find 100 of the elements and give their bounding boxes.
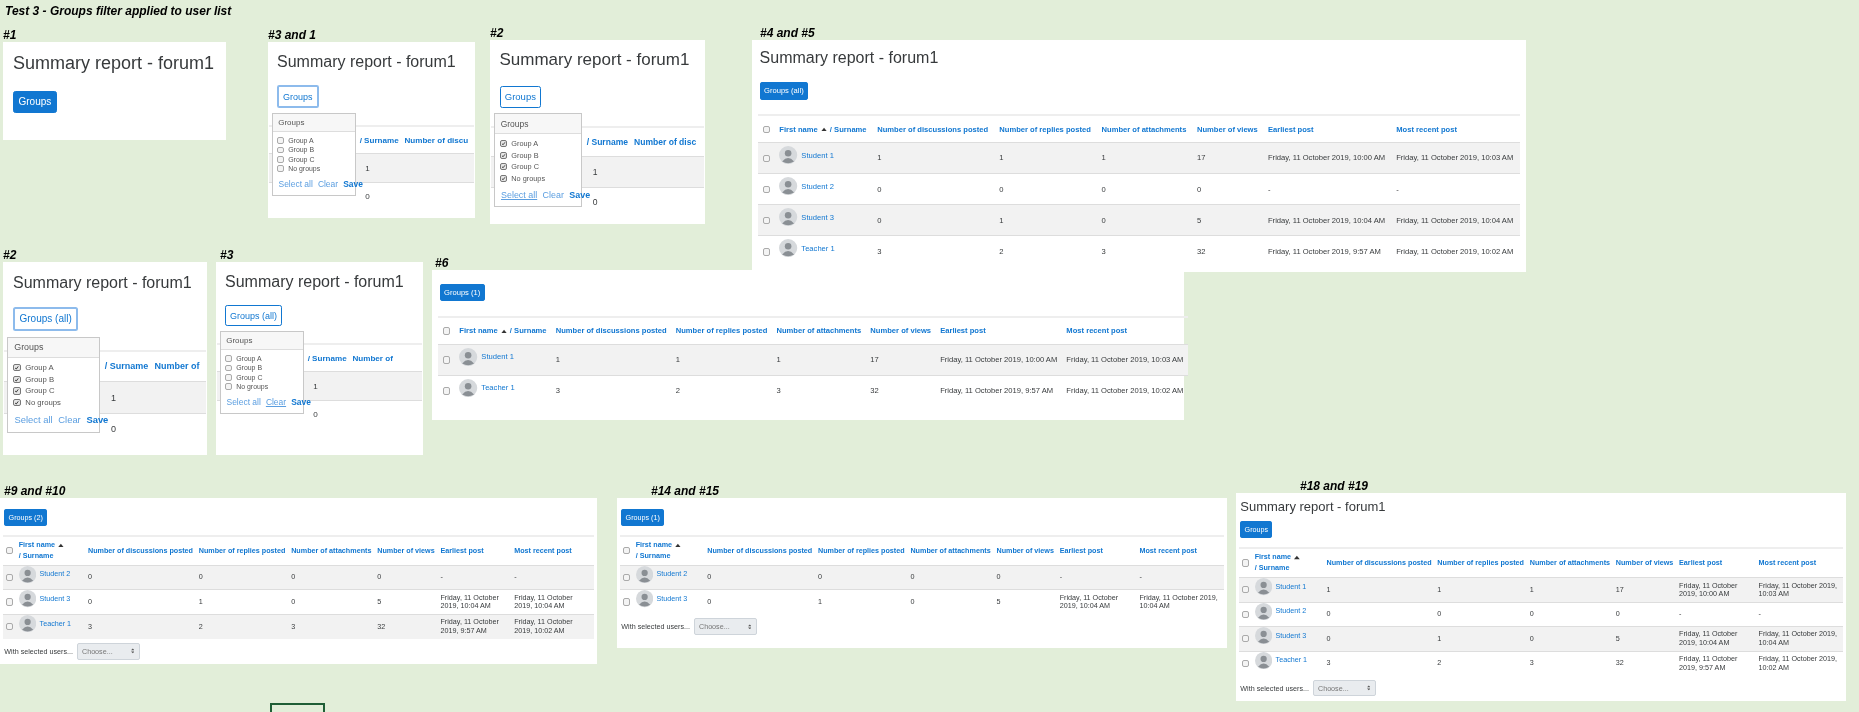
sort-icon[interactable] <box>1293 555 1300 560</box>
dropdown-link[interactable]: Clear <box>317 178 339 189</box>
checkbox[interactable] <box>277 165 285 172</box>
checkbox[interactable] <box>1241 559 1249 567</box>
checkbox[interactable] <box>442 356 451 364</box>
checkbox[interactable] <box>225 383 233 390</box>
dropdown-link[interactable]: Clear <box>58 414 81 426</box>
checkbox[interactable] <box>442 387 451 396</box>
dropdown-heading: Groups <box>7 337 100 358</box>
report-title: Summary report - forum1 <box>13 53 216 75</box>
table-cell: 0 <box>111 424 117 435</box>
dropdown-link[interactable]: Clear <box>542 189 564 200</box>
checkbox[interactable] <box>277 156 285 163</box>
table-cell: 0 <box>313 410 318 420</box>
checkbox[interactable] <box>5 598 13 606</box>
report-title: Summary report - forum1 <box>1240 498 1387 515</box>
dropdown-link[interactable]: Select all <box>226 396 261 407</box>
panel-label: #3 <box>220 249 234 262</box>
checkbox[interactable] <box>5 623 13 631</box>
dropdown-link[interactable]: Save <box>569 189 591 200</box>
checkbox[interactable] <box>762 216 771 225</box>
panel-label: #4 and #5 <box>760 27 815 40</box>
checkbox[interactable] <box>1241 635 1249 643</box>
dropdown-link[interactable]: Save <box>86 414 109 426</box>
dropdown-link[interactable]: Select all <box>14 414 53 426</box>
column-header[interactable]: Number of <box>352 353 399 363</box>
table-cell: 1 <box>111 392 117 403</box>
checkbox[interactable] <box>277 146 285 154</box>
updown-caret-icon <box>1366 685 1371 691</box>
checkbox[interactable] <box>762 125 771 134</box>
checkbox[interactable] <box>1241 586 1249 594</box>
dropdown-link[interactable]: Select all <box>278 178 313 189</box>
checkbox[interactable] <box>762 247 771 256</box>
checkbox[interactable] <box>225 355 233 362</box>
checkbox[interactable] <box>499 174 507 182</box>
panel-label: #9 and #10 <box>4 485 66 498</box>
column-header[interactable]: / Surname <box>307 353 353 363</box>
dropdown-link[interactable]: Save <box>291 396 311 407</box>
checkbox[interactable] <box>225 364 233 372</box>
groups-button[interactable]: Groups (all) <box>13 306 79 331</box>
report-title: Summary report - forum1 <box>225 271 405 292</box>
checkbox[interactable] <box>225 374 233 381</box>
avatar-icon <box>459 347 478 366</box>
checkbox[interactable] <box>622 573 630 582</box>
checkbox[interactable] <box>442 327 451 336</box>
dropdown-link[interactable]: Select all <box>501 189 538 200</box>
panel-label: #2 <box>490 27 504 40</box>
panel-label: #2 <box>3 249 17 262</box>
groups-button[interactable]: Groups (all) <box>225 305 283 326</box>
checkbox[interactable] <box>13 398 21 407</box>
checkbox[interactable] <box>622 598 630 606</box>
sort-icon[interactable] <box>500 328 507 334</box>
table-cell: 1 <box>313 381 318 391</box>
sort-icon[interactable] <box>820 126 827 132</box>
checkbox[interactable] <box>13 387 21 395</box>
panel-label: #18 and #19 <box>1300 480 1369 493</box>
checkbox[interactable] <box>622 547 630 555</box>
dropdown-heading: Groups <box>272 114 355 133</box>
checkbox[interactable] <box>762 185 771 194</box>
avatar-icon <box>459 378 478 397</box>
checkbox[interactable] <box>1241 610 1249 618</box>
sort-icon[interactable] <box>674 543 681 548</box>
page-title: Test 3 - Groups filter applied to user list <box>5 4 232 18</box>
panel-label: #14 and #15 <box>651 485 720 498</box>
groups-button[interactable]: Groups <box>499 86 542 108</box>
checkbox[interactable] <box>1241 659 1249 668</box>
table-cell: 0 <box>592 197 598 208</box>
checkbox[interactable] <box>5 573 13 582</box>
dropdown-link[interactable]: Save <box>343 178 363 189</box>
column-header[interactable]: / Surname <box>586 137 634 148</box>
report-title: Summary report - forum1 <box>277 51 457 72</box>
table-cell: 1 <box>365 163 370 173</box>
dropdown-heading: Groups <box>494 114 582 134</box>
checkbox[interactable] <box>277 137 285 144</box>
panel-label: #3 and 1 <box>268 29 317 42</box>
report-title: Summary report - forum1 <box>759 48 940 68</box>
checkbox[interactable] <box>13 375 21 383</box>
column-header[interactable]: Number of <box>154 361 206 372</box>
updown-caret-icon <box>130 648 135 655</box>
checkbox[interactable] <box>499 140 507 148</box>
checkbox[interactable] <box>499 163 507 171</box>
dropdown-link[interactable]: Clear <box>265 396 287 407</box>
updown-caret-icon <box>747 623 752 630</box>
panel-label: #1 <box>3 29 17 42</box>
column-header[interactable]: Number of discu <box>404 135 474 145</box>
avatar-icon <box>779 145 798 165</box>
checkbox[interactable] <box>13 363 21 372</box>
checkbox[interactable] <box>5 547 13 555</box>
avatar-icon <box>779 177 798 196</box>
avatar-icon <box>779 208 798 227</box>
column-header[interactable]: / Surname <box>104 361 155 372</box>
report-title: Summary report - forum1 <box>499 50 691 71</box>
report-title: Summary report - forum1 <box>13 273 193 293</box>
checkbox[interactable] <box>499 151 507 159</box>
checkbox[interactable] <box>762 154 771 163</box>
groups-button[interactable]: Groups <box>13 90 57 113</box>
sort-icon[interactable] <box>57 543 64 548</box>
groups-button[interactable]: Groups <box>277 85 319 108</box>
column-header[interactable]: Number of disc <box>634 137 703 148</box>
column-header[interactable]: / Surname <box>359 135 405 145</box>
